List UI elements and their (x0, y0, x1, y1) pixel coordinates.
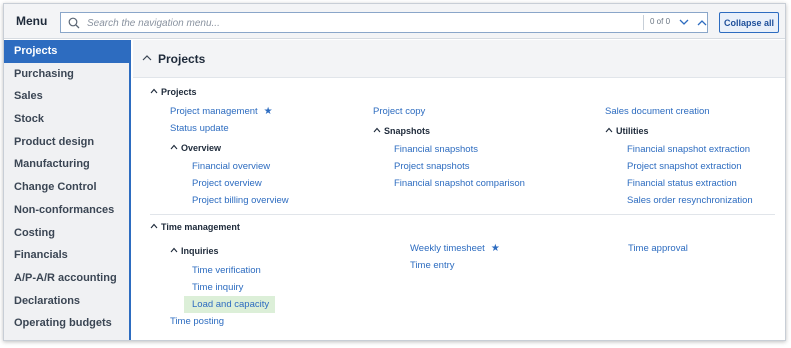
sidebar-item-operating-budgets[interactable]: Operating budgets (4, 312, 129, 335)
group-header-snapshots[interactable]: Snapshots (373, 126, 430, 136)
link-project-snapshot-extraction[interactable]: Project snapshot extraction (627, 161, 742, 172)
sidebar-item-change-control[interactable]: Change Control (4, 176, 129, 199)
group-title: Projects (161, 87, 197, 97)
group-title: Inquiries (181, 246, 219, 256)
link-time-inquiry[interactable]: Time inquiry (192, 282, 243, 293)
link-load-and-capacity[interactable]: Load and capacity (184, 296, 276, 313)
navigation-menu-window: Menu 0 of 0 Collapse all Projects Purcha… (3, 3, 786, 341)
group-header-projects[interactable]: Projects (150, 87, 197, 97)
collapse-all-button[interactable]: Collapse all (719, 12, 779, 33)
link-financial-snapshot-comparison[interactable]: Financial snapshot comparison (394, 178, 525, 189)
menu-header: Menu 0 of 0 Collapse all (4, 4, 785, 39)
link-sales-document-creation[interactable]: Sales document creation (605, 106, 710, 117)
section-header-projects[interactable]: Projects (133, 40, 785, 78)
chevron-up-icon[interactable] (142, 54, 152, 62)
link-project-copy[interactable]: Project copy (373, 106, 425, 117)
link-weekly-timesheet[interactable]: Weekly timesheet ★ (410, 243, 500, 254)
link-label: Project management (170, 106, 258, 117)
menu-content: Projects Projects Project management ★ St… (133, 40, 785, 340)
chevron-up-icon (373, 127, 381, 133)
link-time-posting[interactable]: Time posting (170, 316, 224, 327)
sidebar-item-purchasing[interactable]: Purchasing (4, 63, 129, 86)
favorite-star-icon[interactable]: ★ (264, 106, 273, 117)
chevron-up-icon (170, 144, 178, 150)
favorite-star-icon[interactable]: ★ (491, 243, 500, 254)
group-header-overview[interactable]: Overview (170, 143, 221, 153)
group-title: Snapshots (384, 126, 431, 136)
sidebar-item-costing[interactable]: Costing (4, 222, 129, 245)
menu-title: Menu (16, 14, 48, 28)
sidebar-item-financials[interactable]: Financials (4, 244, 129, 267)
sidebar-item-product-design[interactable]: Product design (4, 131, 129, 154)
search-field[interactable]: 0 of 0 (60, 12, 708, 33)
next-result-chevron-down-icon[interactable] (677, 15, 691, 30)
chevron-up-icon (170, 247, 178, 253)
sidebar-item-stock[interactable]: Stock (4, 108, 129, 131)
group-title: Overview (181, 143, 222, 153)
chevron-up-icon (605, 127, 613, 133)
group-header-inquiries[interactable]: Inquiries (170, 246, 219, 256)
group-title: Utilities (616, 126, 649, 136)
group-title: Time management (161, 222, 240, 232)
search-icon (68, 17, 80, 29)
section-title: Projects (158, 52, 206, 66)
link-project-snapshots[interactable]: Project snapshots (394, 161, 470, 172)
group-header-time-management[interactable]: Time management (150, 222, 240, 232)
link-label: Weekly timesheet (410, 243, 485, 254)
previous-result-chevron-up-icon[interactable] (695, 15, 709, 30)
link-project-billing-overview[interactable]: Project billing overview (192, 195, 289, 206)
link-time-verification[interactable]: Time verification (192, 265, 261, 276)
link-status-update[interactable]: Status update (170, 123, 229, 134)
search-input[interactable] (87, 15, 627, 31)
sidebar-item-declarations[interactable]: Declarations (4, 290, 129, 313)
link-time-entry[interactable]: Time entry (410, 260, 455, 271)
link-time-approval[interactable]: Time approval (628, 243, 688, 254)
link-financial-status-extraction[interactable]: Financial status extraction (627, 178, 737, 189)
sidebar-item-sales[interactable]: Sales (4, 85, 129, 108)
link-financial-overview[interactable]: Financial overview (192, 161, 270, 172)
group-header-utilities[interactable]: Utilities (605, 126, 649, 136)
link-project-management[interactable]: Project management ★ (170, 106, 273, 117)
search-result-counter: 0 of 0 (650, 17, 671, 26)
sidebar: Projects Purchasing Sales Stock Product … (4, 40, 131, 340)
sidebar-item-non-conformances[interactable]: Non-conformances (4, 199, 129, 222)
sidebar-item-projects[interactable]: Projects (4, 40, 129, 63)
group-divider (150, 214, 775, 215)
chevron-up-icon (150, 223, 158, 229)
sidebar-item-ap-ar-accounting[interactable]: A/P-A/R accounting (4, 267, 129, 290)
link-project-overview[interactable]: Project overview (192, 178, 262, 189)
link-financial-snapshots[interactable]: Financial snapshots (394, 144, 478, 155)
link-sales-order-resynchronization[interactable]: Sales order resynchronization (627, 195, 753, 206)
sidebar-item-manufacturing[interactable]: Manufacturing (4, 153, 129, 176)
link-financial-snapshot-extraction[interactable]: Financial snapshot extraction (627, 144, 750, 155)
search-separator (643, 15, 644, 30)
chevron-up-icon (150, 88, 158, 94)
